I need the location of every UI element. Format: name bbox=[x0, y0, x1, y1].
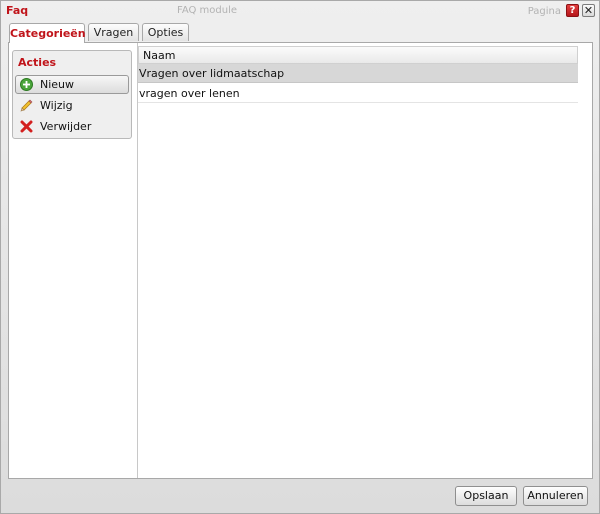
close-icon[interactable]: ✕ bbox=[582, 4, 595, 17]
tab-opties[interactable]: Opties bbox=[142, 23, 189, 41]
edit-button-label: Wijzig bbox=[40, 99, 73, 112]
window-title: Faq bbox=[6, 4, 29, 17]
sidebar: Acties Nieuw Wijzig Verwijder bbox=[9, 43, 138, 478]
cancel-button[interactable]: Annuleren bbox=[523, 486, 588, 506]
table-row[interactable]: Vragen over lidmaatschap bbox=[138, 64, 578, 83]
table-row[interactable]: vragen over lenen bbox=[138, 84, 578, 103]
save-button[interactable]: Opslaan bbox=[455, 486, 517, 506]
actions-panel: Acties Nieuw Wijzig Verwijder bbox=[12, 50, 132, 139]
tab-vragen[interactable]: Vragen bbox=[88, 23, 139, 41]
edit-button[interactable]: Wijzig bbox=[15, 96, 129, 115]
delete-icon bbox=[20, 120, 33, 133]
tab-categorieen[interactable]: Categorieën bbox=[9, 23, 86, 43]
help-icon[interactable]: ? bbox=[566, 4, 579, 17]
new-button-label: Nieuw bbox=[40, 78, 75, 91]
background-window-label: Pagina bbox=[527, 6, 561, 17]
actions-panel-title: Acties bbox=[18, 56, 57, 69]
add-icon bbox=[20, 78, 33, 91]
delete-button[interactable]: Verwijder bbox=[15, 117, 129, 136]
background-window-title: FAQ module bbox=[177, 5, 238, 16]
delete-button-label: Verwijder bbox=[40, 120, 92, 133]
faq-dialog: Faq FAQ module Pagina ? ✕ Categorieën Vr… bbox=[0, 0, 600, 514]
categories-table: Naam Vragen over lidmaatschap vragen ove… bbox=[138, 43, 592, 478]
column-header-naam: Naam bbox=[143, 49, 176, 62]
table-cell-naam: Vragen over lidmaatschap bbox=[139, 67, 285, 80]
new-button[interactable]: Nieuw bbox=[15, 75, 129, 94]
table-header[interactable]: Naam bbox=[138, 46, 578, 64]
table-cell-naam: vragen over lenen bbox=[139, 87, 240, 100]
title-bar: Faq FAQ module Pagina ? ✕ bbox=[1, 1, 599, 21]
pencil-icon bbox=[20, 99, 33, 112]
dialog-footer: Opslaan Annuleren bbox=[1, 479, 599, 513]
tab-content: Acties Nieuw Wijzig Verwijder Naam Vrage… bbox=[8, 42, 593, 479]
